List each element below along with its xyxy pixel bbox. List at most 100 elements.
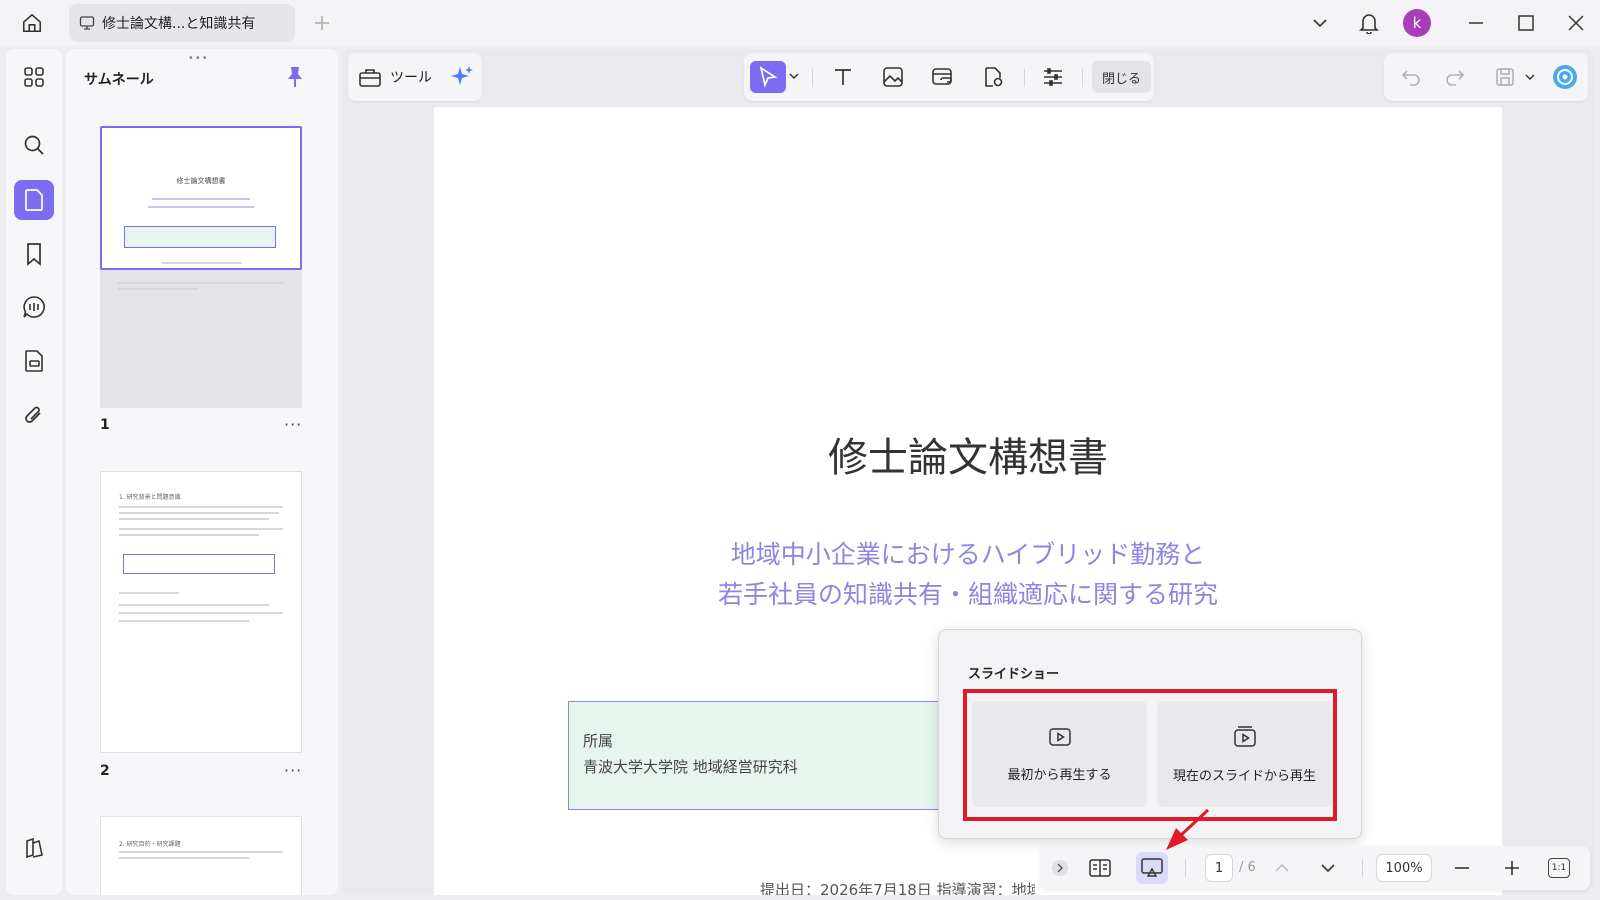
mini-line: [118, 282, 284, 284]
comment-icon[interactable]: [14, 287, 54, 327]
affiliation-label: 所属: [583, 732, 614, 750]
form-icon[interactable]: [14, 341, 54, 381]
affiliation-value: 青波大学大学院 地域経営研究科: [583, 758, 798, 776]
actual-size-button[interactable]: 1:1: [1548, 858, 1570, 878]
pin-icon[interactable]: [284, 65, 308, 89]
layers-icon[interactable]: [14, 828, 54, 868]
play-from-current-label: 現在のスライドから再生: [1172, 768, 1316, 784]
mini-line: [119, 604, 269, 606]
mini-line: [152, 198, 250, 200]
chevron-down-icon[interactable]: [1306, 10, 1334, 36]
zoom-out-icon[interactable]: [1446, 852, 1478, 884]
mini-line: [119, 518, 269, 520]
mini-line: [119, 620, 249, 622]
zoom-level-input[interactable]: 100%: [1376, 854, 1432, 882]
page-number-1: 1: [100, 417, 110, 433]
page-number-2: 2: [100, 763, 110, 779]
divider: [1185, 859, 1186, 877]
save-icon[interactable]: [1488, 61, 1522, 93]
edit-toolbar: 閉じる: [744, 53, 1154, 101]
tools-button[interactable]: ツール: [358, 61, 432, 93]
user-avatar[interactable]: k: [1403, 9, 1431, 37]
image-tool-icon[interactable]: [876, 61, 910, 93]
mini-line: [119, 612, 283, 614]
mini-line: [119, 857, 249, 859]
redo-icon[interactable]: [1438, 61, 1472, 93]
page-thumbnail-1[interactable]: 修士論文構想書: [100, 126, 302, 270]
mini-box: [124, 226, 276, 248]
mini-heading: 1. 研究背景と問題意識: [119, 494, 181, 501]
current-page-input[interactable]: 1: [1205, 854, 1233, 882]
bell-icon[interactable]: [1355, 10, 1383, 36]
bookmark-icon[interactable]: [14, 234, 54, 274]
previous-page-icon[interactable]: [1266, 852, 1298, 884]
page-1-more-button[interactable]: ···: [284, 415, 302, 434]
mini-line: [119, 534, 259, 536]
minimize-icon[interactable]: [1462, 10, 1490, 36]
mini-line: [118, 288, 198, 290]
total-pages: / 6: [1239, 860, 1256, 875]
mini-title: 修士論文構想書: [176, 177, 226, 185]
close-edit-button[interactable]: 閉じる: [1092, 61, 1152, 93]
play-from-start-label: 最初から再生する: [1007, 767, 1112, 783]
thumbnail-preview-overflow: [100, 270, 302, 408]
submission-info: 提出日：2026年7月18日 指導演習：地域: [760, 881, 1035, 895]
tools-toolbar: ツール: [348, 53, 482, 101]
page-2-more-button[interactable]: ···: [284, 761, 302, 780]
divider: [1082, 69, 1083, 87]
mini-line: [119, 528, 283, 530]
adjust-sliders-icon[interactable]: [1036, 61, 1070, 93]
attachment-icon[interactable]: [14, 395, 54, 435]
undo-icon[interactable]: [1394, 61, 1428, 93]
maximize-icon[interactable]: [1512, 10, 1540, 36]
divider: [1024, 69, 1025, 87]
apps-grid-icon[interactable]: [14, 57, 54, 97]
link-tool-icon[interactable]: [926, 61, 960, 93]
panel-grip-icon[interactable]: •••: [188, 53, 209, 64]
toolbox-icon: [358, 66, 382, 88]
play-current-icon: [1233, 725, 1257, 749]
play-icon: [1048, 726, 1072, 748]
new-tab-icon[interactable]: [311, 12, 333, 34]
two-page-view-icon[interactable]: [1084, 852, 1116, 884]
document-subtitle-line2: 若手社員の知識共有・組織適応に関する研究: [717, 580, 1218, 609]
mini-line: [119, 592, 179, 594]
page-thumbnail-3[interactable]: 2. 研究目的・研究課題: [100, 816, 302, 895]
document-title: 修士論文構想書: [828, 435, 1108, 481]
play-from-start-button[interactable]: 最初から再生する: [972, 701, 1147, 807]
close-icon[interactable]: [1562, 10, 1590, 36]
mini-line: [119, 851, 283, 853]
ai-assistant-icon[interactable]: [1548, 61, 1582, 93]
page-thumbnail-2[interactable]: 1. 研究背景と問題意識: [100, 471, 302, 753]
slideshow-popup-title: スライドショー: [968, 667, 1060, 682]
zoom-in-icon[interactable]: [1496, 852, 1528, 884]
thumbnail-panel: ••• サムネール 修士論文構想書 1 ··· 1. 研究背景と問題意識 2 ·…: [66, 49, 338, 895]
mini-line: [119, 506, 283, 508]
slideshow-popup: スライドショー 最初から再生する 現在のスライドから再生: [938, 629, 1362, 839]
select-cursor-icon[interactable]: [750, 61, 786, 93]
thumbnail-panel-title: サムネール: [84, 72, 154, 88]
presentation-icon: [79, 15, 95, 31]
tools-label: ツール: [390, 70, 432, 86]
play-from-current-button[interactable]: 現在のスライドから再生: [1157, 701, 1332, 807]
text-tool-icon[interactable]: [826, 61, 860, 93]
document-tab[interactable]: 修士論文構...と知識共有: [69, 4, 295, 42]
document-subtitle-line1: 地域中小企業におけるハイブリッド勤務と: [730, 540, 1206, 569]
ai-sparkle-icon[interactable]: [446, 61, 480, 93]
home-icon[interactable]: [18, 10, 46, 36]
title-bar: 修士論文構...と知識共有 k: [0, 0, 1600, 46]
expand-chevron-icon[interactable]: [1052, 860, 1068, 876]
thumbnails-icon[interactable]: [14, 180, 54, 220]
divider: [812, 69, 813, 87]
select-dropdown-icon[interactable]: [788, 70, 800, 82]
stamp-tool-icon[interactable]: [976, 61, 1010, 93]
bottom-status-bar: 1 / 6 100% 1:1: [1040, 846, 1590, 890]
annotation-arrow: [1158, 806, 1214, 858]
left-icon-rail: [6, 49, 62, 895]
save-dropdown-icon[interactable]: [1524, 71, 1536, 83]
search-icon[interactable]: [14, 125, 54, 165]
next-page-icon[interactable]: [1312, 852, 1344, 884]
divider: [1362, 859, 1363, 877]
mini-heading: 2. 研究目的・研究課題: [119, 841, 181, 848]
mini-line: [119, 512, 279, 514]
